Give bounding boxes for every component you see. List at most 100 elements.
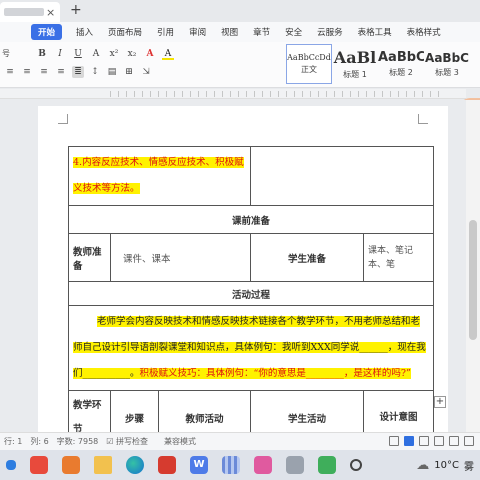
read-mode-icon[interactable] bbox=[449, 436, 459, 446]
app-icon[interactable] bbox=[318, 456, 336, 474]
scrollbar-thumb[interactable] bbox=[469, 220, 477, 340]
app-icon[interactable] bbox=[254, 456, 272, 474]
windows-taskbar: W ☁ 10°C 雾 bbox=[0, 450, 480, 480]
browser-icon[interactable] bbox=[126, 456, 144, 474]
folder-icon[interactable] bbox=[94, 456, 112, 474]
subscript-button[interactable]: x₂ bbox=[126, 48, 138, 60]
paragraph-settings-icon[interactable]: ⇲ bbox=[140, 66, 152, 78]
style-heading-2[interactable]: AaBbC 标题 2 bbox=[378, 44, 424, 84]
style-heading-3[interactable]: AaBbC 标题 3 bbox=[424, 44, 470, 84]
ruler-ticks bbox=[110, 91, 440, 97]
status-bar: 行: 1 列: 6 字数: 7958 ☑ 拼写检查 兼容模式 bbox=[0, 432, 480, 450]
web-view-icon[interactable] bbox=[434, 436, 444, 446]
activity-paragraph[interactable]: 老师学会内容反映技术和情感反映技术链接各个教学环节，不用老师总结和老师自己设计引… bbox=[68, 305, 434, 391]
style-heading-1[interactable]: AaBl 标题 1 bbox=[332, 44, 378, 84]
table-cell[interactable]: 4.内容反应技术、情感反应技术、积极赋义技术等方法。 bbox=[68, 146, 251, 206]
teacher-prep-label: 教师准备 bbox=[68, 233, 111, 282]
col-step: 步骤 bbox=[110, 390, 159, 432]
media-app-icon[interactable] bbox=[158, 456, 176, 474]
font-color-button[interactable]: A bbox=[144, 48, 156, 60]
menu-chapter[interactable]: 章节 bbox=[253, 26, 270, 38]
meeting-app-icon[interactable] bbox=[222, 456, 240, 474]
align-right-icon[interactable]: ≡ bbox=[38, 66, 50, 78]
fog-weather-icon: ☁ bbox=[416, 458, 430, 473]
border-icon[interactable]: ⊞ bbox=[123, 66, 135, 78]
menu-security[interactable]: 安全 bbox=[285, 26, 302, 38]
new-tab-button[interactable]: + bbox=[70, 2, 82, 18]
blank-line: ______ bbox=[359, 342, 388, 353]
ribbon-toolbar: 号 B I U A x² x₂ A A ≡ ≡ ≡ ≡ ≣ ↕ ▤ ⊞ ⇲ Aa… bbox=[0, 42, 480, 88]
underline-button[interactable]: U bbox=[72, 48, 84, 60]
font-size-select[interactable]: 号 bbox=[2, 48, 34, 62]
superscript-button[interactable]: x² bbox=[108, 48, 120, 60]
app-icon[interactable] bbox=[286, 456, 304, 474]
align-center-icon[interactable]: ≡ bbox=[21, 66, 33, 78]
bold-button[interactable]: B bbox=[36, 48, 48, 60]
blank-line: ________ bbox=[305, 368, 344, 379]
col-student-activity: 学生活动 bbox=[250, 390, 364, 432]
style-sample: AaBbC bbox=[425, 50, 469, 65]
positive-reframing-text: ，是这样的吗?” bbox=[343, 368, 411, 379]
menu-cloud[interactable]: 云服务 bbox=[317, 26, 343, 38]
teacher-prep-value[interactable]: 课件、课本 bbox=[110, 233, 251, 282]
page-view-icon[interactable] bbox=[404, 436, 414, 446]
add-row-button[interactable]: + bbox=[434, 396, 446, 408]
outline-view-icon[interactable] bbox=[419, 436, 429, 446]
spell-check-status[interactable]: ☑ 拼写检查 bbox=[106, 436, 156, 447]
strikethrough-button[interactable]: A bbox=[90, 48, 102, 60]
wps-writer-icon[interactable]: W bbox=[190, 456, 208, 474]
menu-table-tools[interactable]: 表格工具 bbox=[358, 26, 392, 38]
menu-references[interactable]: 引用 bbox=[157, 26, 174, 38]
document-tab-title bbox=[4, 8, 44, 16]
search-icon[interactable] bbox=[350, 459, 362, 471]
blank-line: __________ bbox=[82, 368, 131, 379]
table-header-row: 教学环节 步骤 教师活动 学生活动 设计意图 bbox=[68, 390, 434, 432]
col-design-intent-label: 设计意图 bbox=[379, 412, 418, 423]
compat-mode-status: 兼容模式 bbox=[163, 437, 196, 446]
menu-page-layout[interactable]: 页面布局 bbox=[108, 26, 142, 38]
document-page[interactable]: 4.内容反应技术、情感反应技术、积极赋义技术等方法。 课前准备 教师准备 课件、… bbox=[38, 106, 448, 432]
menu-view[interactable]: 视图 bbox=[221, 26, 238, 38]
table-cell[interactable] bbox=[250, 146, 434, 206]
style-sample: AaBbC bbox=[378, 50, 424, 65]
italic-button[interactable]: I bbox=[54, 48, 66, 60]
highlight-button[interactable]: A bbox=[162, 48, 174, 60]
menu-home[interactable]: 开始 bbox=[31, 24, 63, 40]
line-spacing-icon[interactable]: ↕ bbox=[89, 66, 101, 78]
document-canvas[interactable]: 4.内容反应技术、情感反应技术、积极赋义技术等方法。 课前准备 教师准备 课件、… bbox=[0, 100, 466, 432]
menu-bar: 开始 插入 页面布局 引用 审阅 视图 章节 安全 云服务 表格工具 表格样式 bbox=[0, 22, 480, 42]
start-icon[interactable] bbox=[6, 460, 16, 470]
zoom-icon[interactable] bbox=[464, 436, 474, 446]
style-sample: AaBbCcDd bbox=[287, 53, 331, 62]
align-left-icon[interactable]: ≡ bbox=[4, 66, 16, 78]
menu-review[interactable]: 审阅 bbox=[189, 26, 206, 38]
margin-marker bbox=[418, 114, 428, 124]
vertical-scrollbar[interactable] bbox=[466, 100, 480, 432]
student-prep-label: 学生准备 bbox=[250, 233, 364, 282]
close-icon[interactable]: × bbox=[46, 6, 55, 19]
presentation-app-icon[interactable] bbox=[62, 456, 80, 474]
status-row: 行: 1 bbox=[4, 437, 23, 446]
pdf-app-icon[interactable] bbox=[30, 456, 48, 474]
status-word-count[interactable]: 字数: 7958 bbox=[57, 436, 99, 447]
positive-reframing-text: 积极赋义技巧：具体例句：“你的意思是 bbox=[139, 368, 306, 379]
shading-icon[interactable]: ▤ bbox=[106, 66, 118, 78]
document-tab[interactable]: × bbox=[0, 2, 60, 22]
style-name: 正文 bbox=[301, 65, 317, 74]
horizontal-ruler[interactable] bbox=[0, 89, 466, 99]
distributed-align-icon[interactable]: ≣ bbox=[72, 66, 84, 78]
eye-icon[interactable] bbox=[389, 436, 399, 446]
margin-marker bbox=[58, 114, 68, 124]
student-prep-value[interactable]: 课本、笔记本、笔 bbox=[363, 233, 434, 282]
temperature[interactable]: 10°C bbox=[434, 460, 459, 471]
col-teacher-activity: 教师活动 bbox=[158, 390, 251, 432]
item-4-text: 4.内容反应技术、情感反应技术、积极赋义技术等方法。 bbox=[73, 157, 244, 194]
menu-insert[interactable]: 插入 bbox=[76, 26, 93, 38]
style-normal[interactable]: AaBbCcDd 正文 bbox=[286, 44, 332, 84]
title-bar: × + bbox=[0, 0, 480, 22]
spell-check-label: 拼写检查 bbox=[115, 437, 148, 446]
lesson-plan-table[interactable]: 4.内容反应技术、情感反应技术、积极赋义技术等方法。 课前准备 教师准备 课件、… bbox=[68, 146, 434, 432]
justify-icon[interactable]: ≡ bbox=[55, 66, 67, 78]
menu-table-style[interactable]: 表格样式 bbox=[407, 26, 441, 38]
table-row: 老师学会内容反映技术和情感反映技术链接各个教学环节，不用老师总结和老师自己设计引… bbox=[68, 305, 434, 391]
